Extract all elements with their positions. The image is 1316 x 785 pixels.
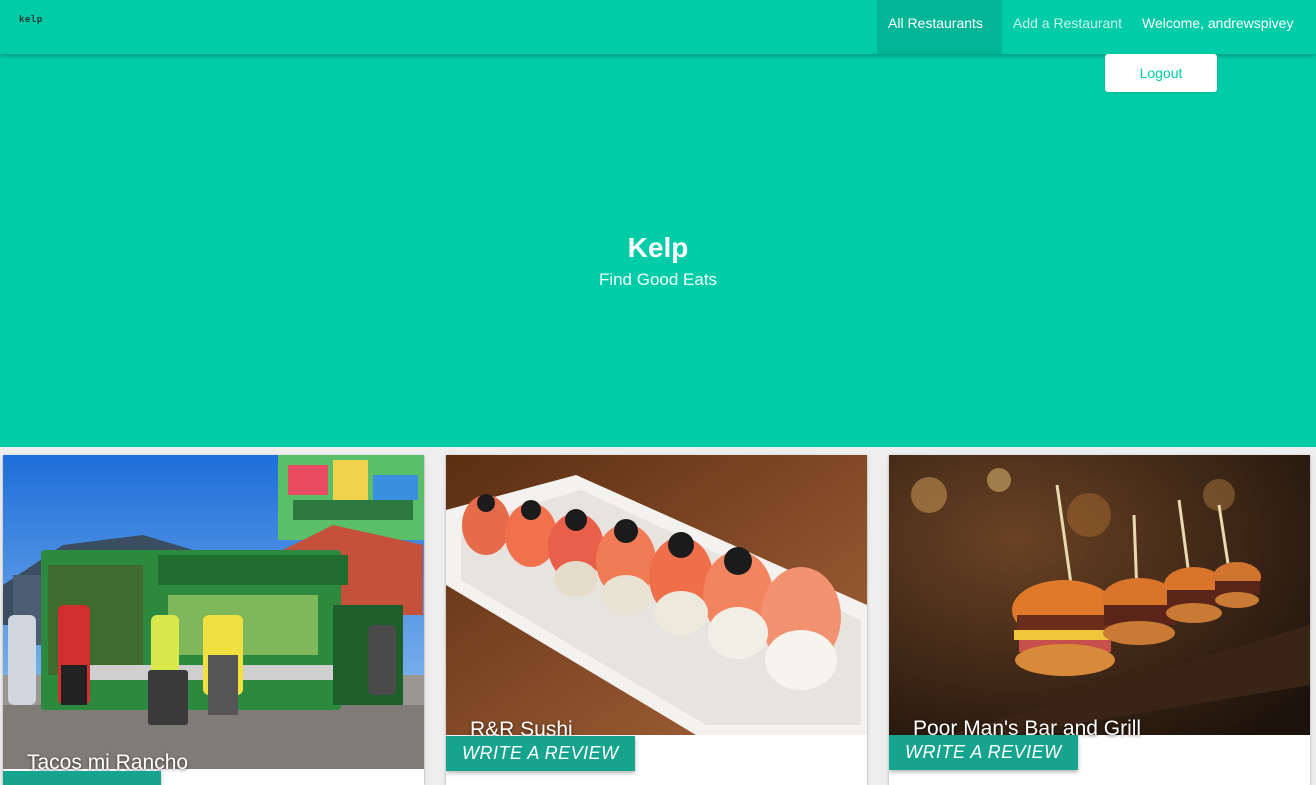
- nav-add-restaurant[interactable]: Add a Restaurant: [1002, 0, 1133, 54]
- restaurant-photo-burgers[interactable]: [889, 455, 1310, 735]
- write-review-button[interactable]: WRITE A REVIEW: [446, 736, 635, 771]
- nav-all-restaurants[interactable]: All Restaurants: [877, 0, 1002, 54]
- hero-title: Kelp: [627, 232, 689, 263]
- restaurant-photo-sushi[interactable]: [446, 455, 867, 735]
- hero-subtitle: Find Good Eats: [598, 270, 718, 289]
- restaurant-card[interactable]: R&R Sushi WRITE A REVIEW: [446, 455, 867, 785]
- write-review-button[interactable]: WRITE A REVIEW: [889, 735, 1078, 770]
- brand-logo[interactable]: kelp: [19, 15, 43, 25]
- welcome-message: Welcome, andrewspivey: [1142, 15, 1294, 31]
- restaurant-photo-food-truck[interactable]: [3, 455, 424, 769]
- logout-button[interactable]: Logout: [1105, 54, 1217, 92]
- restaurant-card[interactable]: Tacos mi Rancho: [3, 455, 424, 785]
- write-review-button[interactable]: [3, 771, 161, 785]
- restaurant-card[interactable]: Poor Man's Bar and Grill WRITE A REVIEW: [889, 455, 1310, 785]
- top-navbar: kelp All Restaurants Add a Restaurant We…: [0, 0, 1316, 54]
